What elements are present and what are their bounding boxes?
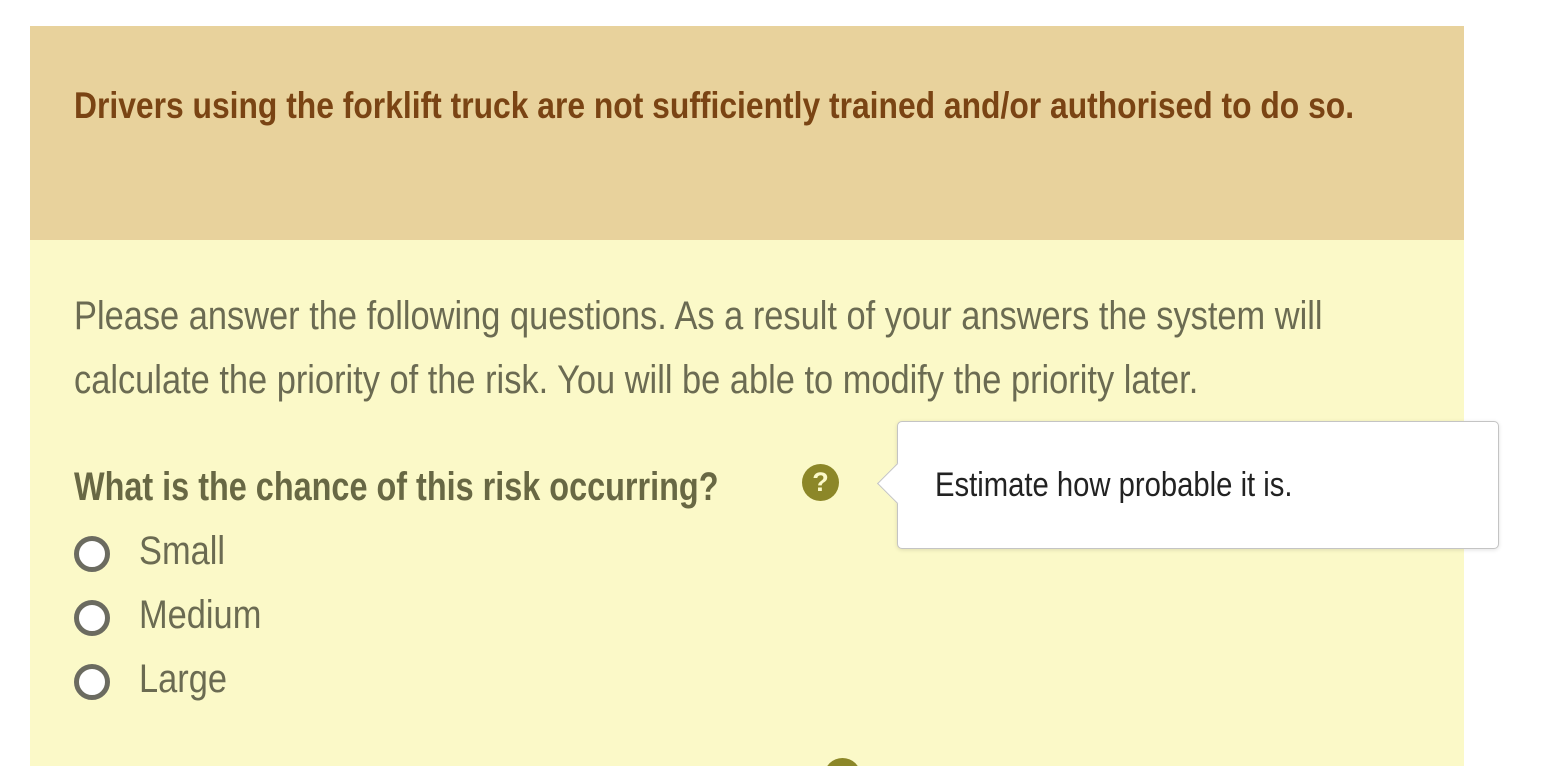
- option-large-label: Large: [139, 657, 227, 701]
- help-tooltip: Estimate how probable it is.: [876, 421, 1499, 549]
- question-label: What is the chance of this risk occurrin…: [74, 465, 719, 509]
- next-question-help-icon[interactable]: [824, 758, 861, 766]
- radio-small[interactable]: [74, 536, 110, 572]
- intro-text: Please answer the following questions. A…: [74, 294, 1323, 402]
- radio-medium[interactable]: [74, 600, 110, 636]
- question-circle-icon[interactable]: ?: [802, 464, 839, 501]
- option-small[interactable]: Small: [72, 526, 312, 576]
- option-medium-label: Medium: [139, 593, 262, 637]
- tooltip-text: Estimate how probable it is.: [935, 466, 1293, 504]
- risk-title: Drivers using the forklift truck are not…: [74, 85, 1355, 126]
- option-medium[interactable]: Medium: [72, 590, 332, 640]
- radio-large[interactable]: [74, 664, 110, 700]
- option-small-label: Small: [139, 529, 226, 573]
- risk-panel: Drivers using the forklift truck are not…: [30, 26, 1464, 766]
- option-large[interactable]: Large: [72, 654, 312, 704]
- risk-header: Drivers using the forklift truck are not…: [30, 26, 1464, 240]
